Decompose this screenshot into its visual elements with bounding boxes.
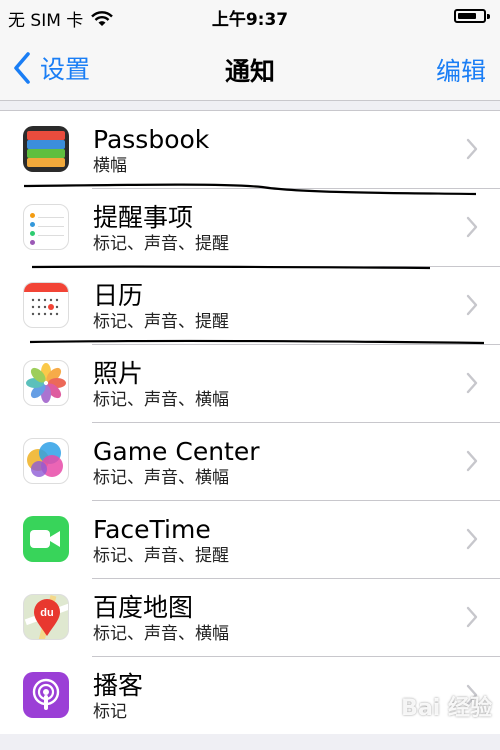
bottom-strip: [0, 734, 500, 750]
watermark: Bai 经验: [401, 696, 492, 721]
annotation-marks: [23, 183, 485, 345]
annotation-underline: [23, 183, 477, 196]
annotation-underline: [29, 339, 485, 345]
annotation-underline: [31, 265, 431, 270]
